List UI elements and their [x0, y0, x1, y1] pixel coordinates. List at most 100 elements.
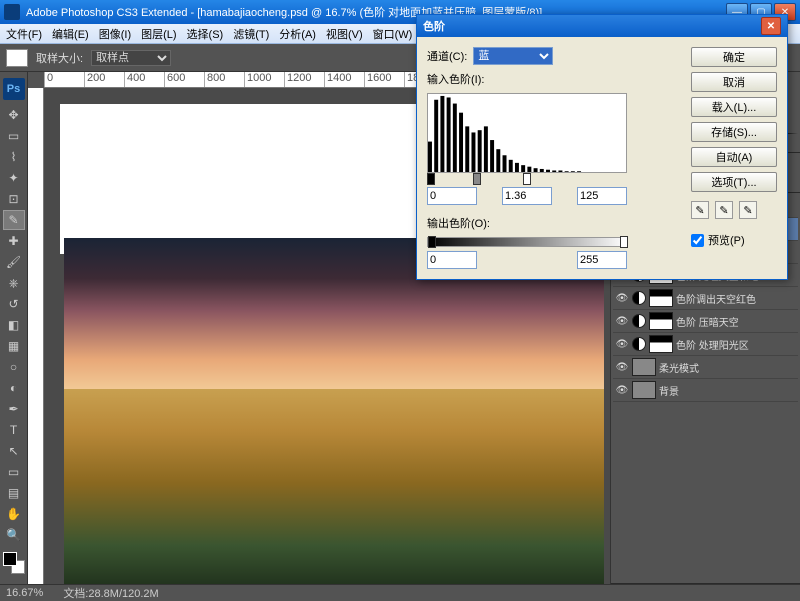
zoom-level[interactable]: 16.67%	[6, 587, 43, 599]
input-gamma-field[interactable]	[502, 187, 552, 205]
gradient-tool[interactable]: ▦	[3, 336, 25, 356]
notes-tool[interactable]: ▤	[3, 483, 25, 503]
app-icon	[4, 4, 20, 20]
type-tool[interactable]: T	[3, 420, 25, 440]
layer-thumb	[632, 358, 656, 376]
dialog-titlebar[interactable]: 色阶 ✕	[417, 15, 787, 37]
layer-row[interactable]: 👁 柔光模式	[613, 356, 798, 379]
ruler-tick: 1200	[284, 72, 311, 88]
visibility-icon[interactable]: 👁	[615, 291, 629, 305]
dodge-tool[interactable]: ◐	[3, 378, 25, 398]
path-tool[interactable]: ↖	[3, 441, 25, 461]
eyedropper-white-icon[interactable]: ✎	[739, 201, 757, 219]
ruler-tick: 1600	[364, 72, 391, 88]
stamp-tool[interactable]: ⎈	[3, 273, 25, 293]
menu-file[interactable]: 文件(F)	[6, 26, 42, 42]
output-white-field[interactable]	[577, 251, 627, 269]
save-button[interactable]: 存储(S)...	[691, 122, 777, 142]
layer-mask-thumb	[649, 289, 673, 307]
fg-color[interactable]	[3, 552, 17, 566]
eyedropper-tool[interactable]: ✎	[3, 210, 25, 230]
visibility-icon[interactable]: 👁	[615, 383, 629, 397]
menu-image[interactable]: 图像(I)	[99, 26, 131, 42]
layer-name: 色阶 压暗天空	[676, 314, 796, 329]
dialog-title: 色阶	[423, 18, 445, 34]
menu-analysis[interactable]: 分析(A)	[279, 26, 316, 42]
move-tool[interactable]: ✥	[3, 105, 25, 125]
ok-button[interactable]: 确定	[691, 47, 777, 67]
input-slider[interactable]	[427, 175, 627, 183]
levels-histogram	[427, 93, 627, 173]
visibility-icon[interactable]: 👁	[615, 314, 629, 328]
history-brush-tool[interactable]: ↺	[3, 294, 25, 314]
visibility-icon[interactable]: 👁	[615, 337, 629, 351]
pen-tool[interactable]: ✒	[3, 399, 25, 419]
channel-label: 通道(C):	[427, 48, 467, 64]
eyedropper-gray-icon[interactable]: ✎	[715, 201, 733, 219]
marquee-tool[interactable]: ▭	[3, 126, 25, 146]
channel-select[interactable]: 蓝	[473, 47, 553, 65]
layer-row[interactable]: 👁 色阶调出天空红色	[613, 287, 798, 310]
color-swatches[interactable]	[3, 552, 25, 574]
blur-tool[interactable]: ○	[3, 357, 25, 377]
ruler-tick: 1400	[324, 72, 351, 88]
menu-layer[interactable]: 图层(L)	[141, 26, 176, 42]
ruler-vertical	[28, 88, 44, 584]
menu-edit[interactable]: 编辑(E)	[52, 26, 89, 42]
auto-button[interactable]: 自动(A)	[691, 147, 777, 167]
heal-tool[interactable]: ✚	[3, 231, 25, 251]
cancel-button[interactable]: 取消	[691, 72, 777, 92]
sample-size-select[interactable]: 取样点	[91, 50, 171, 66]
layer-thumb	[632, 381, 656, 399]
input-white-field[interactable]	[577, 187, 627, 205]
menu-window[interactable]: 窗口(W)	[373, 26, 413, 42]
document-image	[64, 238, 604, 584]
zoom-tool[interactable]: 🔍	[3, 525, 25, 545]
eraser-tool[interactable]: ◧	[3, 315, 25, 335]
tool-preset-icon[interactable]	[6, 49, 28, 67]
layer-name: 柔光模式	[659, 360, 796, 375]
ruler-tick: 1000	[244, 72, 271, 88]
layer-name: 色阶 处理阳光区	[676, 337, 796, 352]
white-handle[interactable]	[523, 173, 531, 185]
statusbar: 16.67% 文档:28.8M/120.2M	[0, 584, 800, 600]
black-handle[interactable]	[427, 173, 435, 185]
toolbox: Ps ✥ ▭ ⌇ ✦ ⊡ ✎ ✚ 🖌 ⎈ ↺ ◧ ▦ ○ ◐ ✒ T ↖ ▭ ▤…	[0, 72, 28, 584]
input-black-field[interactable]	[427, 187, 477, 205]
layer-row[interactable]: 👁 色阶 压暗天空	[613, 310, 798, 333]
preview-checkbox[interactable]: 预览(P)	[691, 232, 777, 248]
visibility-icon[interactable]: 👁	[615, 360, 629, 374]
shape-tool[interactable]: ▭	[3, 462, 25, 482]
menu-filter[interactable]: 滤镜(T)	[233, 26, 269, 42]
ruler-tick: 400	[124, 72, 145, 88]
ruler-tick: 200	[84, 72, 105, 88]
load-button[interactable]: 载入(L)...	[691, 97, 777, 117]
hand-tool[interactable]: ✋	[3, 504, 25, 524]
adjustment-icon	[632, 314, 646, 328]
layer-row[interactable]: 👁 背景	[613, 379, 798, 402]
out-white-handle[interactable]	[620, 236, 628, 248]
lasso-tool[interactable]: ⌇	[3, 147, 25, 167]
dialog-close-button[interactable]: ✕	[761, 17, 781, 35]
doc-size: 文档:28.8M/120.2M	[63, 585, 158, 601]
layer-mask-thumb	[649, 312, 673, 330]
input-levels-label: 输入色阶(I):	[427, 71, 484, 87]
preview-check-input[interactable]	[691, 234, 704, 247]
ruler-tick: 800	[204, 72, 225, 88]
gamma-handle[interactable]	[473, 173, 481, 185]
output-slider[interactable]	[427, 237, 627, 247]
eyedropper-black-icon[interactable]: ✎	[691, 201, 709, 219]
wand-tool[interactable]: ✦	[3, 168, 25, 188]
options-button[interactable]: 选项(T)...	[691, 172, 777, 192]
out-black-handle[interactable]	[428, 236, 436, 248]
menu-view[interactable]: 视图(V)	[326, 26, 363, 42]
crop-tool[interactable]: ⊡	[3, 189, 25, 209]
menu-select[interactable]: 选择(S)	[187, 26, 224, 42]
layer-row[interactable]: 👁 色阶 处理阳光区	[613, 333, 798, 356]
layer-name: 背景	[659, 383, 796, 398]
layer-name: 色阶调出天空红色	[676, 291, 796, 306]
output-black-field[interactable]	[427, 251, 477, 269]
ruler-tick: 600	[164, 72, 185, 88]
adjustment-icon	[632, 337, 646, 351]
brush-tool[interactable]: 🖌	[3, 252, 25, 272]
